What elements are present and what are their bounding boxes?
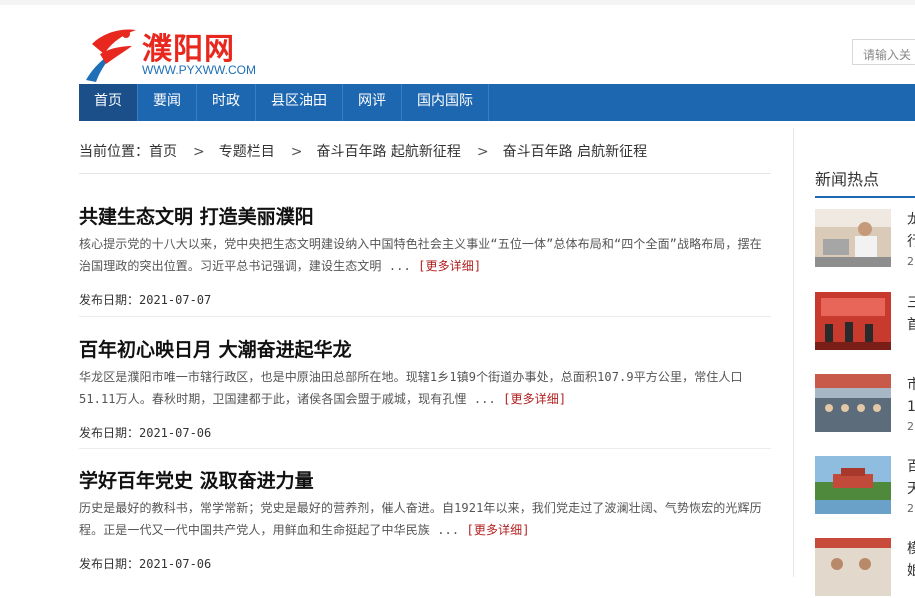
breadcrumb-topics[interactable]: 专题栏目 [219, 144, 275, 160]
hot-news-line-1: 百 [907, 459, 915, 475]
article-summary: 华龙区是濮阳市唯一市辖行政区，也是中原油田总部所在地。现辖1乡1镇9个街道办事处… [79, 366, 771, 410]
breadcrumb: 当前位置：首页 > 专题栏目 > 奋斗百年路 起航新征程 > 奋斗百年路 启航新征程 [79, 141, 647, 161]
nav-item-commentary[interactable]: 网评 [343, 84, 402, 121]
logo-text-cn: 濮阳网 [142, 32, 235, 67]
breadcrumb-series-1[interactable]: 奋斗百年路 起航新征程 [316, 144, 460, 160]
hot-news-line-2: 首 [907, 317, 915, 333]
hot-news-date: 2 [907, 502, 914, 515]
nav-item-politics[interactable]: 时政 [197, 84, 256, 121]
search-input[interactable]: 请输入关 [852, 39, 915, 65]
article-summary-text: 历史是最好的教科书，常学常新；党史是最好的营养剂，催人奋进。自1921年以来，我… [79, 501, 762, 537]
more-link[interactable]: [更多详细] [503, 392, 566, 406]
article-item: 学好百年党史 汲取奋进力量 历史是最好的教科书，常学常新；党史是最好的营养剂，催… [79, 469, 771, 572]
hot-news-text: 模娘 [907, 538, 915, 582]
breadcrumb-separator: > [193, 144, 205, 160]
logo-swoosh-icon [86, 29, 136, 82]
breadcrumb-series-2[interactable]: 奋斗百年路 启航新征程 [503, 144, 647, 160]
nav-item-headlines[interactable]: 要闻 [138, 84, 197, 121]
sidebar-divider [793, 128, 794, 577]
article-date: 发布日期：2021-07-06 [79, 557, 212, 571]
hot-news-text: 龙行 [907, 209, 915, 253]
breadcrumb-separator: > [476, 144, 489, 160]
hot-news-item[interactable]: 模娘 [815, 538, 915, 598]
article-title[interactable]: 百年初心映日月 大潮奋进起华龙 [79, 338, 771, 362]
hot-news-text: 市1 [907, 374, 915, 418]
news-thumbnail [815, 374, 891, 432]
hot-news-line-1: 模 [907, 541, 915, 557]
hot-news-line-2: 天 [907, 481, 915, 497]
hot-news-underline [815, 196, 915, 198]
article-item: 百年初心映日月 大潮奋进起华龙 华龙区是濮阳市唯一市辖行政区，也是中原油田总部所… [79, 338, 771, 441]
article-summary: 核心提示党的十八大以来，党中央把生态文明建设纳入中国特色社会主义事业“五位一体”… [79, 233, 771, 277]
article-summary-text: 华龙区是濮阳市唯一市辖行政区，也是中原油田总部所在地。现辖1乡1镇9个街道办事处… [79, 370, 743, 406]
site-logo[interactable]: 濮阳网 WWW.PYXWW.COM [82, 24, 282, 84]
more-link[interactable]: [更多详细] [418, 259, 481, 273]
logo-text-en: WWW.PYXWW.COM [142, 63, 256, 77]
hot-news-line-2: 行 [907, 234, 915, 250]
hot-news-item[interactable]: 百天 2 [815, 456, 915, 516]
article-divider [79, 448, 771, 449]
breadcrumb-divider [79, 173, 771, 174]
news-thumbnail [815, 292, 891, 350]
hot-news-item[interactable]: 三首 [815, 292, 915, 352]
hot-news-text: 百天 [907, 456, 915, 500]
article-date: 发布日期：2021-07-06 [79, 426, 212, 440]
news-thumbnail [815, 538, 891, 596]
article-item: 共建生态文明 打造美丽濮阳 核心提示党的十八大以来，党中央把生态文明建设纳入中国… [79, 205, 771, 308]
article-date: 发布日期：2021-07-07 [79, 293, 212, 307]
hot-news-line-1: 三 [907, 295, 915, 311]
hot-news-line-1: 龙 [907, 212, 915, 228]
breadcrumb-prefix: 当前位置： [79, 144, 149, 160]
nav-item-home[interactable]: 首页 [79, 84, 138, 121]
hot-news-date: 2 [907, 255, 914, 268]
main-nav: 首页 要闻 时政 县区油田 网评 国内国际 [79, 84, 915, 121]
breadcrumb-separator: > [290, 144, 303, 160]
hot-news-title: 新闻热点 [815, 170, 880, 189]
article-title[interactable]: 学好百年党史 汲取奋进力量 [79, 469, 771, 493]
article-divider [79, 316, 771, 317]
nav-item-world[interactable]: 国内国际 [402, 84, 489, 121]
top-strip [0, 0, 915, 5]
hot-news-item[interactable]: 龙行 2 [815, 209, 915, 269]
hot-news-text: 三首 [907, 292, 915, 336]
breadcrumb-home[interactable]: 首页 [149, 144, 177, 160]
article-summary: 历史是最好的教科书，常学常新；党史是最好的营养剂，催人奋进。自1921年以来，我… [79, 497, 771, 541]
hot-news-line-1: 市 [907, 377, 915, 393]
hot-news-line-2: 1 [907, 399, 915, 415]
news-thumbnail [815, 209, 891, 267]
article-title[interactable]: 共建生态文明 打造美丽濮阳 [79, 205, 771, 229]
news-thumbnail [815, 456, 891, 514]
nav-item-counties[interactable]: 县区油田 [256, 84, 343, 121]
more-link[interactable]: [更多详细] [467, 523, 530, 537]
hot-news-date: 2 [907, 420, 914, 433]
hot-news-item[interactable]: 市1 2 [815, 374, 915, 434]
